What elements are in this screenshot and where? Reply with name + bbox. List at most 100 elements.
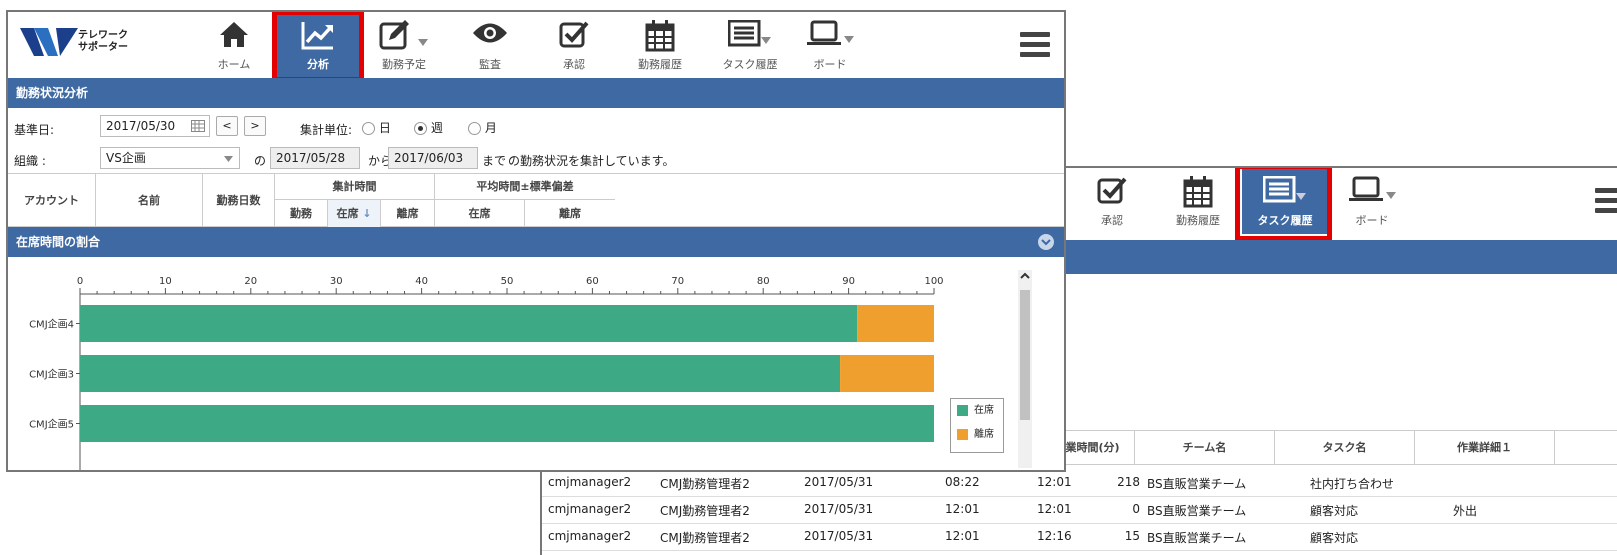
- row-date: 2017/05/31: [804, 529, 874, 543]
- scrollbar-thumb[interactable]: [1020, 290, 1030, 420]
- nav-home[interactable]: ホーム: [192, 12, 276, 78]
- col-total-group: 集計時間: [275, 174, 435, 200]
- next-button[interactable]: >: [244, 116, 266, 136]
- check-icon: [559, 21, 589, 48]
- bar-present: [80, 405, 934, 442]
- task-list-icon: [728, 20, 771, 47]
- calendar-icon: [1183, 176, 1213, 208]
- logo-line2: サポーター: [78, 42, 128, 53]
- legend-swatch-away: [957, 428, 968, 440]
- collapse-icon[interactable]: [1038, 234, 1054, 250]
- chart-scrollbar[interactable]: [1018, 270, 1032, 468]
- x-tick-label: 60: [586, 276, 599, 287]
- unit-week-option[interactable]: 週: [414, 119, 443, 136]
- nav-board-label: ボード: [813, 58, 847, 71]
- row-name: CMJ勤務管理者2: [660, 477, 750, 491]
- unit-month-option[interactable]: 月: [468, 119, 497, 136]
- prev-button[interactable]: <: [216, 116, 238, 136]
- legend-label-away: 離席: [974, 429, 994, 440]
- x-tick-label: 10: [159, 276, 172, 287]
- nav-history-label: 勤務履歴: [638, 58, 682, 71]
- nav-approve-label: 承認: [563, 58, 585, 71]
- col-detail[interactable]: 作業詳細１: [1415, 431, 1555, 465]
- base-date-input[interactable]: 2017/05/30: [100, 115, 210, 137]
- nav-board[interactable]: ボード: [1330, 168, 1414, 234]
- window-edge: [540, 471, 542, 555]
- col-avg-group: 平均時間±標準偏差: [435, 174, 615, 200]
- scroll-up-icon[interactable]: [1018, 270, 1032, 282]
- row-minutes: 15: [1124, 529, 1140, 543]
- unit-week-label: 週: [430, 121, 443, 135]
- task-table-header: 作業時間(分) チーム名 タスク名 作業詳細１: [1040, 430, 1617, 465]
- row-team: BS直販営業チーム: [1147, 504, 1247, 518]
- chart-legend: 在席 離席: [950, 398, 1004, 453]
- row-account: cmjmanager2: [548, 529, 632, 543]
- unit-label: 集計単位:: [300, 123, 353, 137]
- nav-task-history[interactable]: タスク履歴: [708, 12, 792, 78]
- chevron-down-icon: [224, 156, 233, 162]
- col-away[interactable]: 離席: [381, 200, 435, 227]
- col-avg-away[interactable]: 離席: [525, 200, 615, 227]
- highlight-analysis: [272, 12, 364, 82]
- x-tick-label: 50: [501, 276, 514, 287]
- col-name-label: 名前: [138, 194, 160, 207]
- col-task[interactable]: タスク名: [1275, 431, 1415, 465]
- radio-week[interactable]: [414, 122, 427, 135]
- row-team: BS直販営業チーム: [1147, 531, 1247, 545]
- legend-label-present: 在席: [974, 405, 994, 416]
- row-task: 社内打ち合わせ: [1310, 477, 1395, 491]
- col-work[interactable]: 勤務: [275, 200, 328, 227]
- row-task: 顧客対応: [1310, 504, 1359, 518]
- bar-present: [80, 355, 841, 392]
- nav-schedule[interactable]: 勤務予定: [362, 12, 446, 78]
- org-value: VS企画: [106, 151, 146, 165]
- radio-month[interactable]: [468, 122, 481, 135]
- app-logo[interactable]: テレワーク サポーター: [20, 26, 150, 66]
- row-name: CMJ勤務管理者2: [660, 504, 750, 518]
- nav-history[interactable]: 勤務履歴: [618, 12, 702, 78]
- ratio-panel-title: 在席時間の割合: [16, 235, 101, 249]
- calendar-picker-icon[interactable]: [191, 120, 205, 132]
- x-tick-label: 20: [244, 276, 257, 287]
- home-icon: [220, 22, 248, 47]
- col-detail-label: 作業詳細１: [1457, 441, 1512, 454]
- nav-monitor-label: 監査: [479, 58, 501, 71]
- laptop-icon: [1349, 176, 1396, 201]
- nav-board-label: ボード: [1355, 214, 1389, 227]
- x-tick-label: 90: [842, 276, 855, 287]
- nav-monitor[interactable]: 監査: [448, 12, 532, 78]
- nav-history[interactable]: 勤務履歴: [1156, 168, 1240, 234]
- col-account[interactable]: アカウント: [8, 174, 96, 227]
- col-avg-present-label: 在席: [468, 207, 491, 220]
- logo-line1: テレワーク: [78, 30, 128, 41]
- unit-day-label: 日: [378, 121, 391, 135]
- row-date: 2017/05/31: [804, 475, 874, 489]
- x-tick-label: 40: [415, 276, 428, 287]
- menu-icon[interactable]: [1595, 188, 1617, 218]
- radio-day[interactable]: [362, 122, 375, 135]
- menu-icon[interactable]: [1020, 32, 1050, 62]
- col-days-label: 勤務日数: [216, 194, 261, 207]
- x-tick-label: 30: [330, 276, 343, 287]
- col-avg-present[interactable]: 在席: [435, 200, 525, 227]
- base-date-label: 基準日:: [14, 123, 55, 137]
- nav-board[interactable]: ボード: [788, 12, 872, 78]
- col-task-label: タスク名: [1322, 441, 1367, 454]
- nav-approve[interactable]: 承認: [1070, 168, 1154, 234]
- nav-approve[interactable]: 承認: [532, 12, 616, 78]
- table-row[interactable]: cmjmanager2 CMJ勤務管理者2 2017/05/31 08:22 1…: [540, 471, 1617, 497]
- nav-schedule-label: 勤務予定: [382, 58, 426, 71]
- task-table-body: cmjmanager2 CMJ勤務管理者2 2017/05/31 08:22 1…: [540, 471, 1617, 555]
- calendar-icon: [645, 20, 675, 52]
- unit-day-option[interactable]: 日: [362, 119, 391, 136]
- col-name[interactable]: 名前: [96, 174, 203, 227]
- table-row[interactable]: cmjmanager2 CMJ勤務管理者2 2017/05/31 12:01 1…: [540, 498, 1617, 524]
- col-present[interactable]: 在席 ↓: [328, 200, 381, 227]
- org-select[interactable]: VS企画: [100, 147, 240, 169]
- ratio-panel-header: 在席時間の割合: [8, 227, 1064, 257]
- row-detail: 外出: [1453, 504, 1478, 518]
- table-row[interactable]: cmjmanager2 CMJ勤務管理者2 2017/05/31 12:01 1…: [540, 525, 1617, 551]
- col-team[interactable]: チーム名: [1135, 431, 1275, 465]
- col-days[interactable]: 勤務日数: [203, 174, 275, 227]
- row-start: 12:01: [945, 502, 980, 516]
